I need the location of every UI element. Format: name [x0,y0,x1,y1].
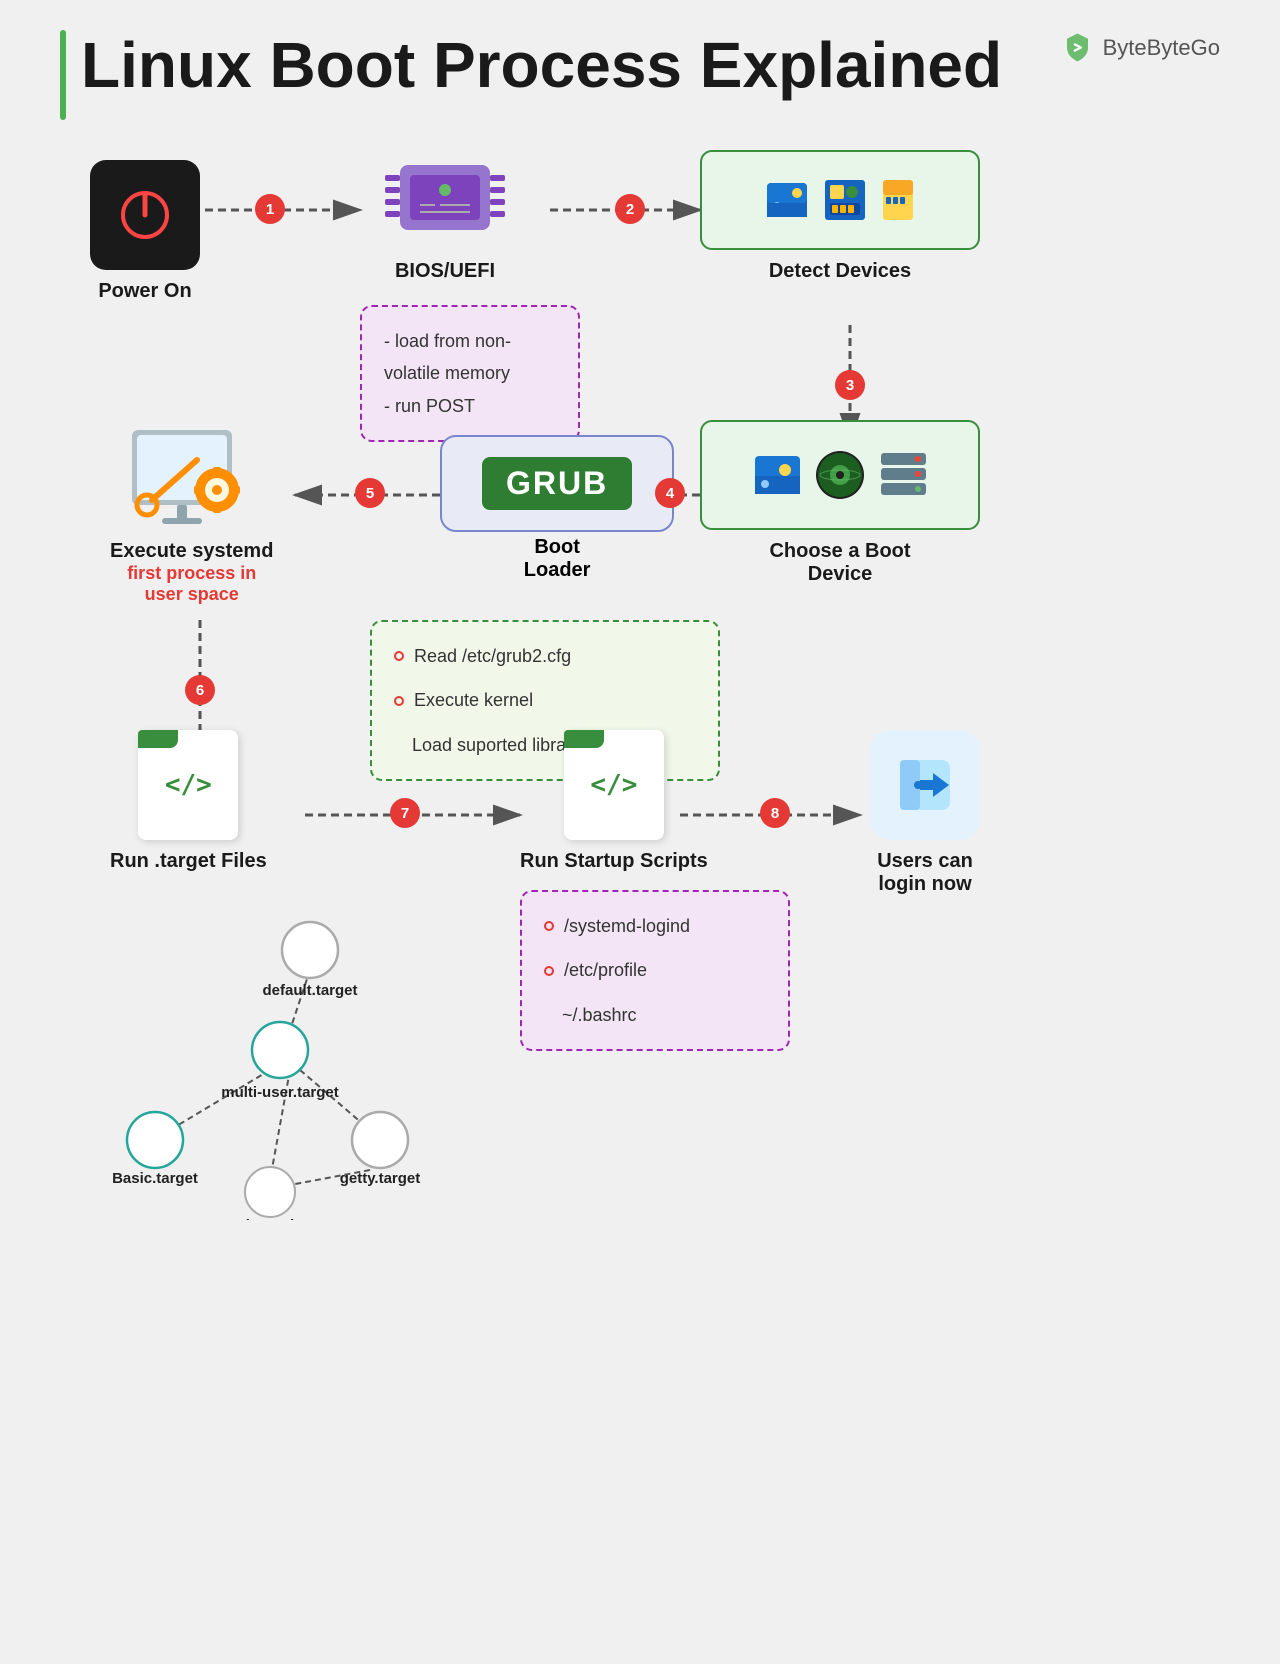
run-startup-label: Run Startup Scripts [520,850,708,873]
run-startup-node: </> Run Startup Scripts [520,730,708,873]
bios-info-line1: - load from non- [384,325,556,357]
dvd-icon [813,448,868,503]
run-target-node: </> Run .target Files [110,730,267,873]
systemd-sub-label: first process inuser space [127,563,256,605]
users-login-label: Users canlogin now [877,850,973,896]
bios-label: BIOS/UEFI [395,260,495,283]
file-tab [138,730,178,748]
grub-label-box: GRUB [482,457,632,510]
svg-text:default.target: default.target [262,982,357,999]
motherboard-icon [820,175,870,225]
svg-text:multi-user.target: multi-user.target [221,1084,339,1101]
choose-boot-box [700,420,980,530]
startup-item-2: /etc/profile [544,954,766,986]
startup-item-3: ~/.bashrc [544,999,766,1031]
hard-drive-icon [762,175,812,225]
flow-layout: 1 2 3 4 5 6 7 8 Power On [60,130,1220,1630]
bios-info-line2: volatile memory [384,357,556,389]
choose-boot-label: Choose a BootDevice [769,540,910,586]
grub-box: GRUB [440,435,674,532]
brand: ByteByteGo [1060,30,1220,65]
page-title: Linux Boot Process Explained [81,30,1002,100]
users-login-node: Users canlogin now [870,730,980,896]
bios-info-line3: - run POST [384,390,556,422]
flow-arrows [60,130,1220,1630]
step-8-bubble: 8 [760,798,790,828]
power-on-label: Power On [98,280,191,303]
step-7-bubble: 7 [390,798,420,828]
choose-boot-node: Choose a BootDevice [700,420,980,586]
grub-text: GRUB [506,465,608,501]
startup-info-items: /systemd-logind /etc/profile ~/.bashrc [544,910,766,1031]
brand-name: ByteByteGo [1103,35,1220,61]
bios-icon [380,150,510,250]
detect-devices-node: Detect Devices [700,150,980,283]
step-2-bubble: 2 [615,194,645,224]
step-4-bubble: 4 [655,478,685,508]
svg-text:getty.target: getty.target [340,1170,421,1187]
title-bar [60,30,66,120]
power-on-node: Power On [90,160,200,303]
title-highlight: Boot [269,30,415,100]
step-6-bubble: 6 [185,675,215,705]
target-tree: default.target multi-user.target Basic.t… [60,920,560,1220]
execute-systemd-label: Execute systemd [110,540,273,563]
startup-info-box: /systemd-logind /etc/profile ~/.bashrc [520,890,790,1051]
bios-node: BIOS/UEFI [380,150,510,283]
server-icon [876,448,931,503]
startup-file-tab [564,730,604,748]
run-target-label: Run .target Files [110,850,267,873]
svg-text:Basic.target: Basic.target [112,1170,198,1187]
file-code-startup: </> [590,770,637,800]
title-suffix: Process Explained [415,29,1002,101]
power-icon [90,160,200,270]
hdd-icon [750,448,805,503]
grub-item-1: Read /etc/grub2.cfg [394,640,696,672]
bios-info-box: - load from non- volatile memory - run P… [360,305,580,442]
target-file-icon: </> [138,730,238,840]
grub-node: GRUB BootLoader [440,435,674,582]
step-1-bubble: 1 [255,194,285,224]
startup-item-1: /systemd-logind [544,910,766,942]
step-3-bubble: 3 [835,370,865,400]
title-prefix: Linux [81,29,269,101]
grub-dot-1 [394,651,404,661]
startup-file-icon: </> [564,730,664,840]
detect-devices-box [700,150,980,250]
ram-icon [878,175,918,225]
grub-dot-2 [394,696,404,706]
svg-text:ssh.service: ssh.service [229,1217,311,1220]
boot-loader-label: BootLoader [524,536,591,582]
page-container: Linux Boot Process Explained ByteByteGo [0,0,1280,1664]
systemd-icon [122,410,262,530]
login-icon [870,730,980,840]
brand-icon [1060,30,1095,65]
file-code-target: </> [165,770,212,800]
login-symbol [885,745,965,825]
title-section: Linux Boot Process Explained ByteByteGo [60,30,1220,120]
grub-item-2: Execute kernel [394,684,696,716]
execute-systemd-node: Execute systemd first process inuser spa… [110,410,273,605]
power-symbol-icon [115,185,175,245]
step-5-bubble: 5 [355,478,385,508]
target-tree-svg: default.target multi-user.target Basic.t… [60,920,560,1220]
detect-devices-label: Detect Devices [769,260,911,283]
